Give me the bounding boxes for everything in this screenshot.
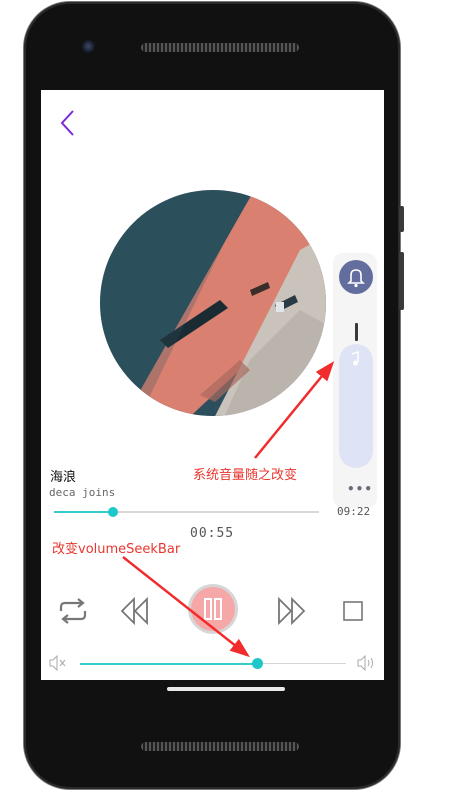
song-artist: deca joins — [49, 486, 116, 499]
more-dots-icon[interactable]: ••• — [347, 482, 372, 496]
chevron-left-icon — [60, 110, 74, 136]
repeat-icon — [59, 598, 87, 624]
next-button[interactable] — [276, 596, 306, 626]
pause-button[interactable] — [191, 587, 235, 631]
volume-seekbar-fill — [80, 663, 257, 665]
top-speaker — [141, 43, 299, 52]
progress-fill — [54, 511, 114, 513]
volume-mute-icon[interactable] — [49, 654, 67, 672]
stop-button[interactable] — [342, 600, 364, 622]
ringer-mode-button[interactable] — [339, 260, 373, 294]
app-screen: ••• 海浪 deca joins 09:22 00:55 系统音量随之改变 改… — [41, 90, 384, 680]
music-note-icon — [351, 351, 359, 366]
song-title: 海浪 — [50, 470, 77, 485]
bottom-speaker — [141, 742, 299, 751]
repeat-button[interactable] — [55, 595, 91, 627]
gesture-home-bar[interactable] — [167, 687, 285, 691]
annotation-system-volume: 系统音量随之改变 — [193, 468, 298, 483]
power-button — [399, 206, 404, 232]
progress-thumb[interactable] — [108, 507, 119, 517]
bell-icon — [347, 269, 365, 288]
playback-progress-bar[interactable] — [54, 507, 319, 517]
previous-button[interactable] — [120, 596, 150, 626]
fast-forward-icon — [278, 596, 306, 626]
volume-seekbar[interactable] — [80, 658, 346, 669]
back-button[interactable] — [55, 108, 81, 138]
front-camera — [82, 40, 96, 54]
stop-icon — [343, 601, 363, 621]
volume-rocker — [399, 252, 404, 310]
album-art — [100, 190, 326, 416]
pause-icon — [204, 598, 222, 620]
annotation-volume-seekbar: 改变volumeSeekBar — [52, 542, 181, 557]
total-time: 09:22 — [337, 505, 371, 518]
volume-up-icon[interactable] — [357, 654, 377, 672]
current-time: 00:55 — [190, 526, 235, 541]
volume-level-marker — [355, 323, 358, 341]
volume-seekbar-thumb[interactable] — [251, 658, 263, 669]
system-volume-slider[interactable] — [339, 344, 373, 468]
rewind-icon — [120, 596, 148, 626]
